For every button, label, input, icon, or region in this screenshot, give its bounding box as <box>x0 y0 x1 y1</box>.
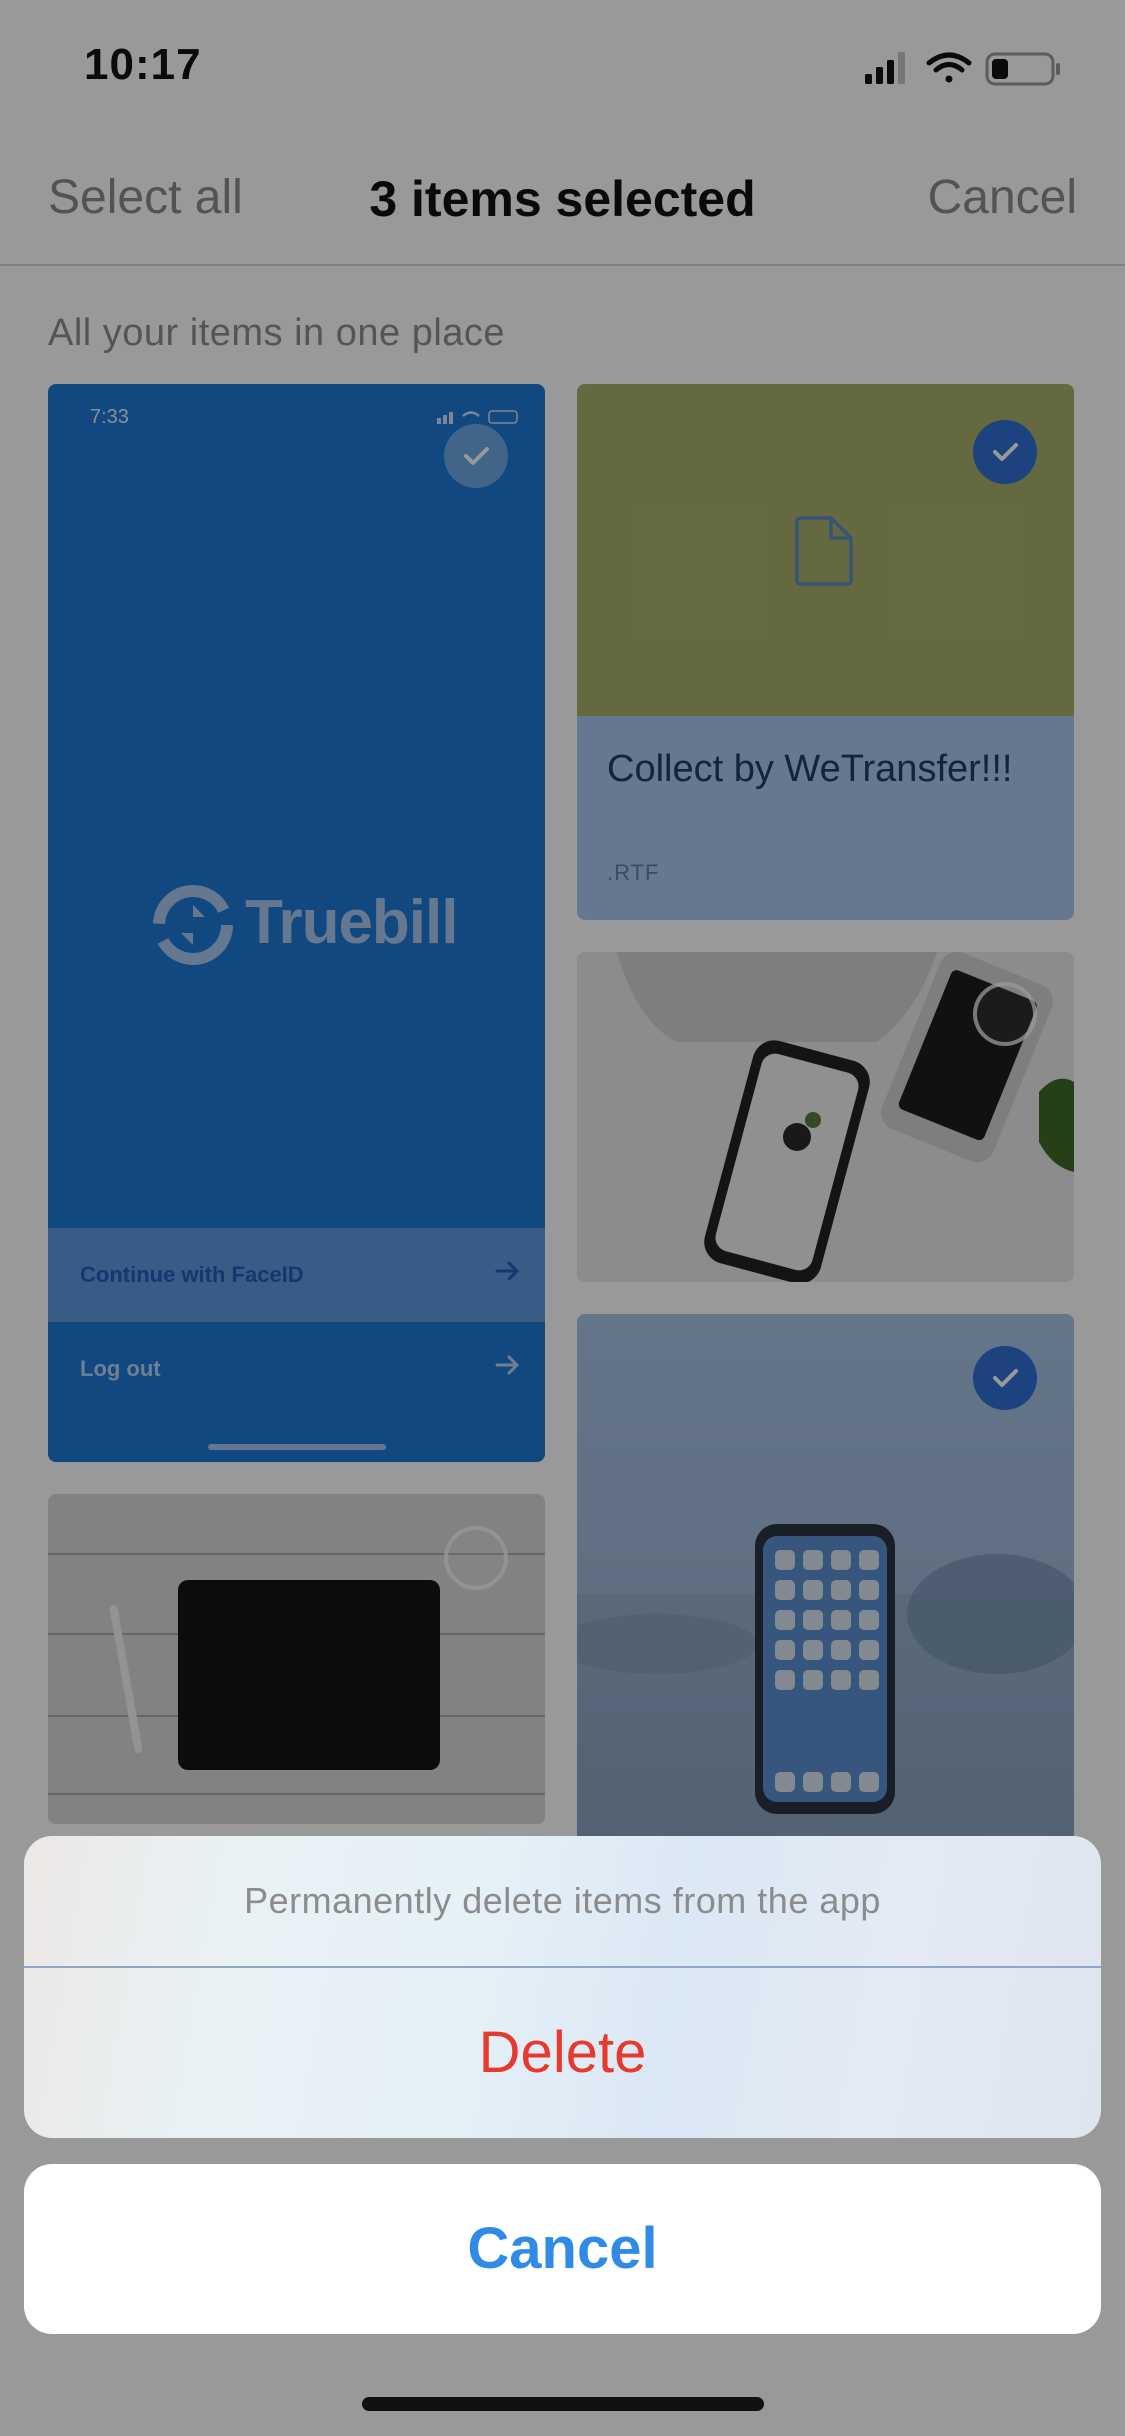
app-screen: 10:17 Select all 3 items selected Cancel… <box>0 0 1125 2436</box>
action-sheet-message: Permanently delete items from the app <box>244 1880 881 1921</box>
action-sheet-cancel-button[interactable]: Cancel <box>24 2164 1101 2334</box>
delete-button[interactable]: Delete <box>24 1968 1101 2138</box>
action-sheet: Permanently delete items from the app De… <box>24 1836 1101 2138</box>
home-indicator[interactable] <box>362 2397 764 2411</box>
